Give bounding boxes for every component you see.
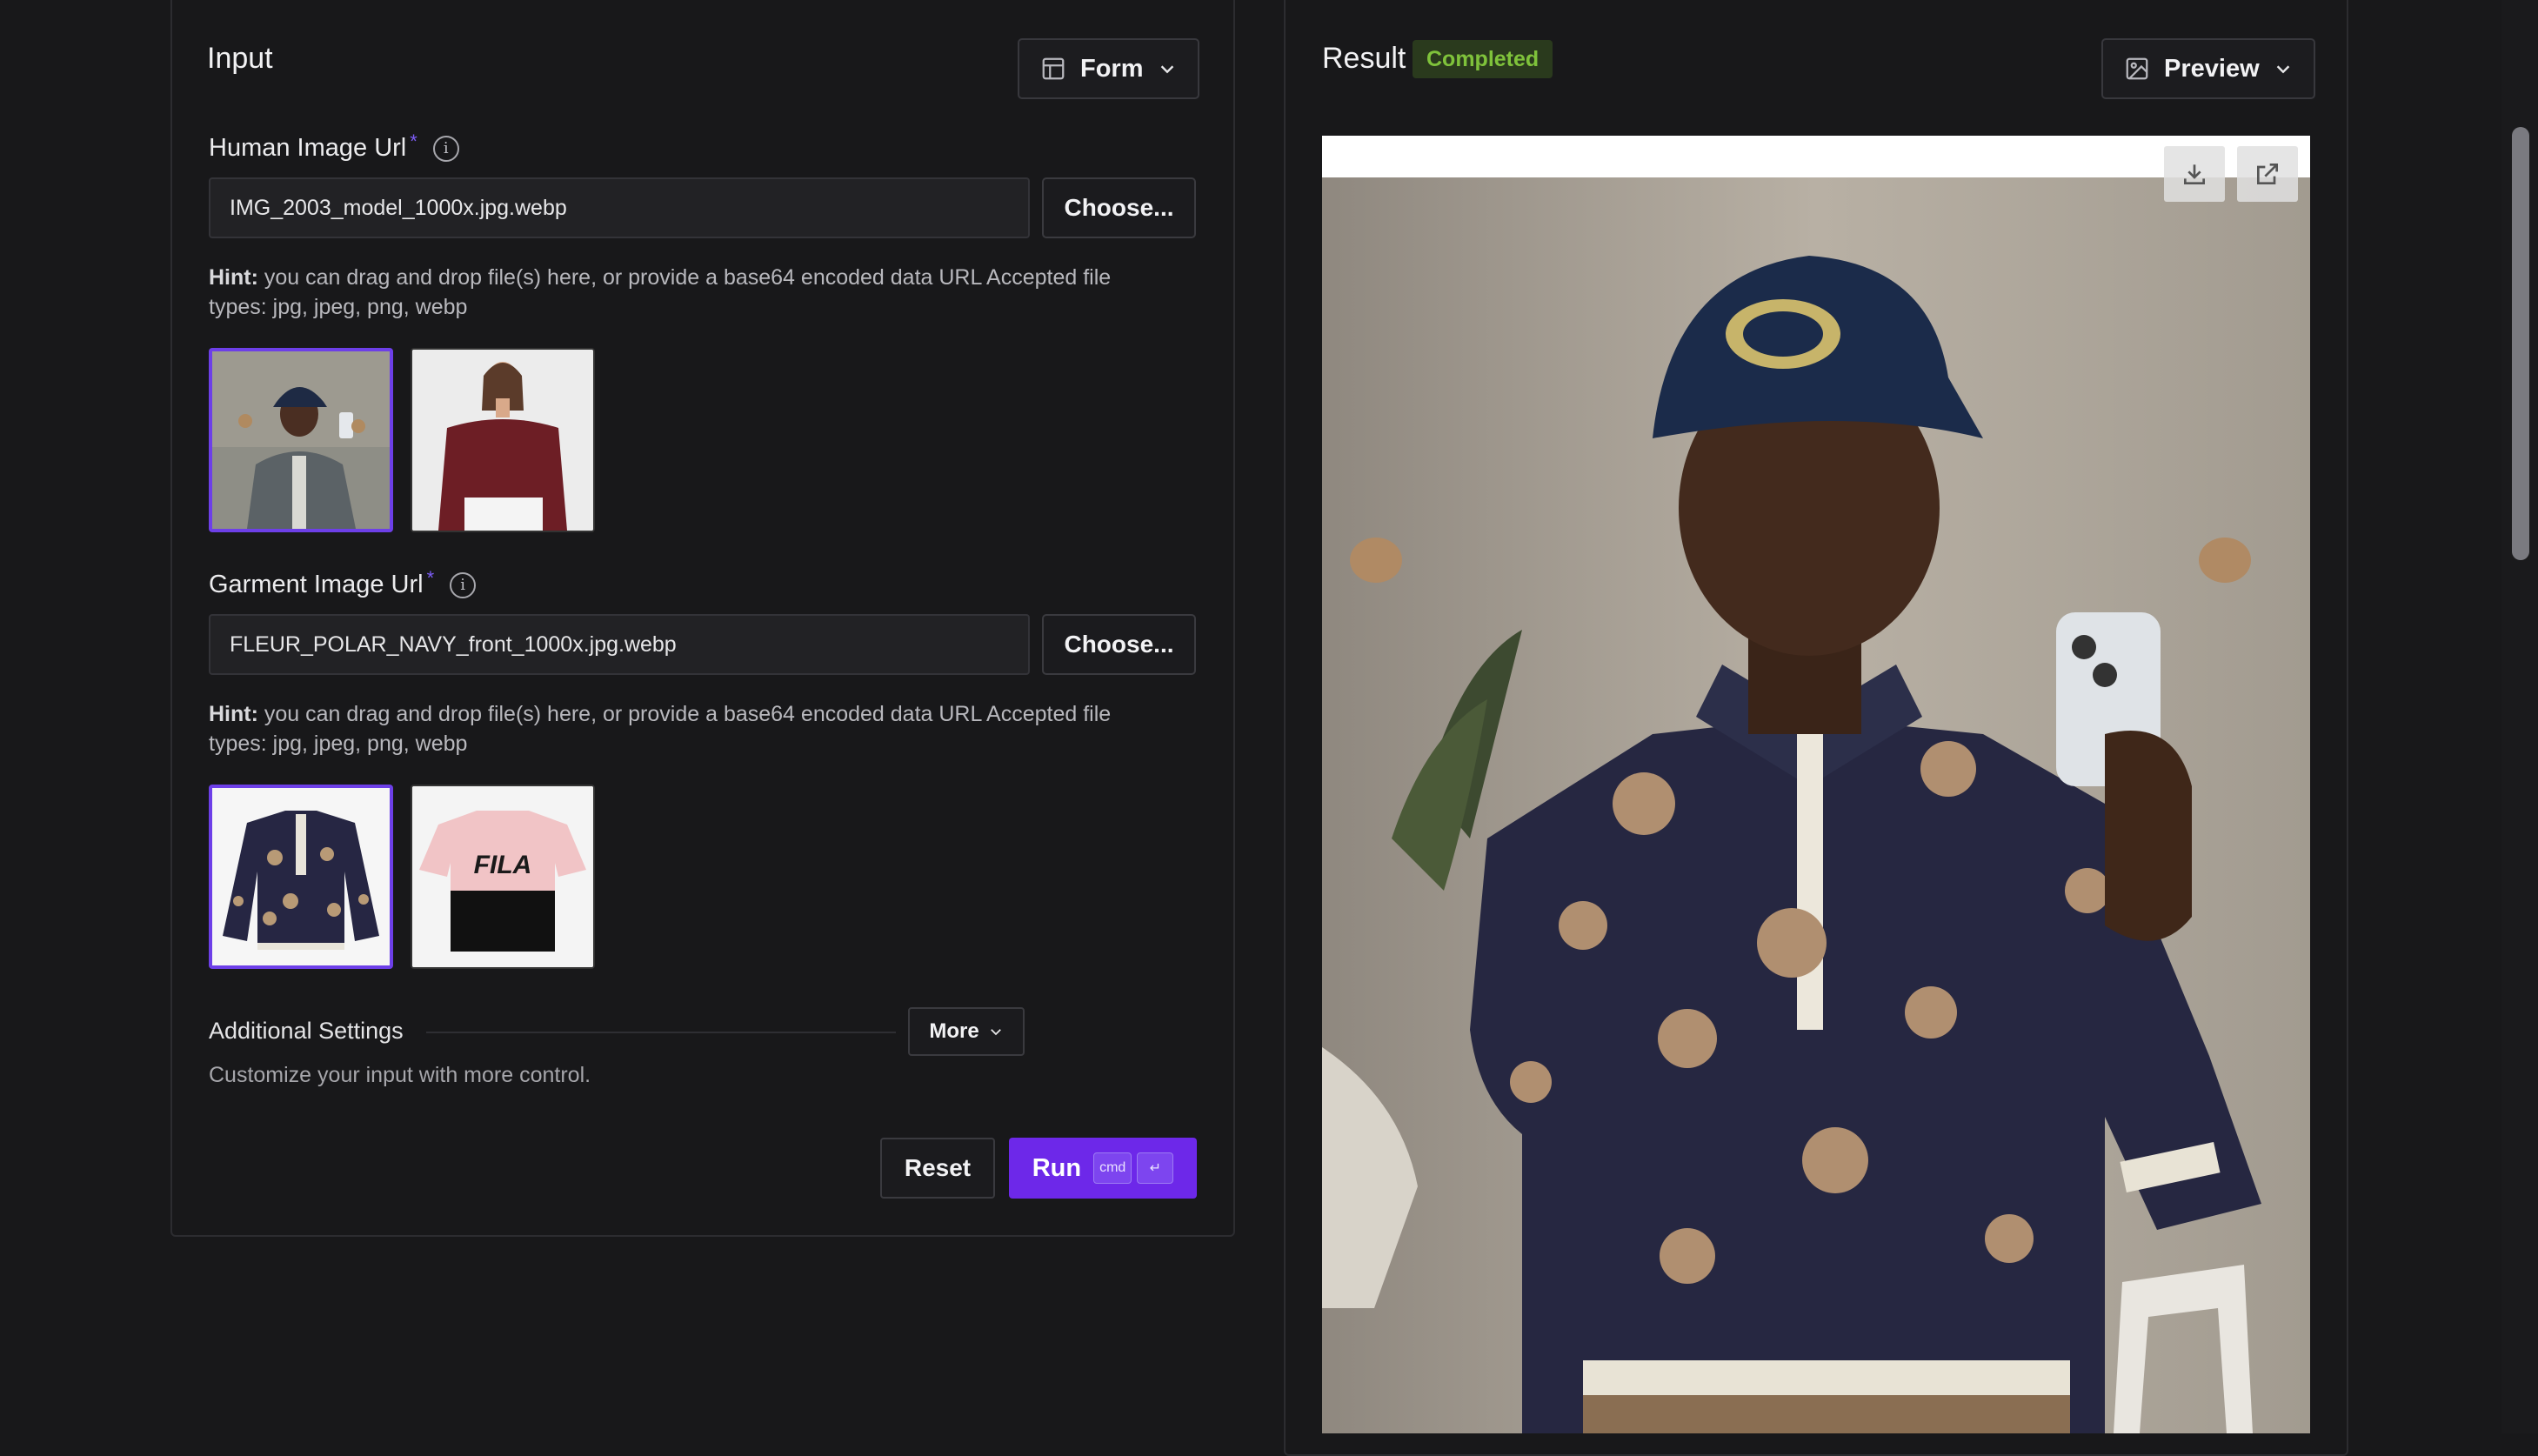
human-image-choose-button[interactable]: Choose... [1042,177,1196,238]
human-image-label: Human Image Url * i [209,130,459,163]
divider [426,1032,896,1033]
image-icon [2126,57,2148,80]
info-icon[interactable]: i [450,571,477,598]
chevron-down-icon [2276,65,2289,74]
woman-photo-thumbnail [412,350,593,531]
reset-button[interactable]: Reset [880,1138,995,1199]
garment-image-label: Garment Image Url * i [209,567,477,599]
external-link-icon [2257,164,2278,184]
hint-text: you can drag and drop file(s) here, or p… [209,265,1112,319]
run-label: Run [1032,1153,1082,1182]
model-photo-thumbnail [212,351,390,529]
human-image-url-input[interactable] [209,177,1030,238]
garment-example-thumb-2[interactable]: FILA [411,785,595,969]
chevron-down-icon [1160,65,1173,74]
garment-example-thumb-1[interactable] [209,785,393,969]
fila-logo: FILA [474,851,532,879]
human-image-label-text: Human Image Url [209,134,407,162]
required-mark: * [426,566,435,589]
garment-image-label-text: Garment Image Url [209,571,424,598]
hint-text: you can drag and drop file(s) here, or p… [209,702,1112,756]
hint-prefix: Hint: [209,265,258,290]
navy-sweater-thumbnail [212,788,390,965]
cmd-key: cmd [1093,1152,1132,1184]
human-image-hint: Hint: you can drag and drop file(s) here… [209,263,1165,322]
download-button[interactable] [2164,146,2225,202]
required-mark: * [410,130,417,152]
hint-prefix: Hint: [209,702,258,726]
more-label: More [929,1019,979,1043]
enter-key: ↵ [1137,1152,1174,1184]
result-title: Result [1322,42,1406,75]
result-image [1322,177,2310,1433]
more-settings-button[interactable]: More [908,1007,1025,1056]
additional-settings-description: Customize your input with more control. [209,1063,591,1087]
result-view-label: Preview [2164,54,2260,83]
layout-icon [1042,57,1065,80]
view-mode-dropdown[interactable]: Form [1018,38,1199,99]
scrollbar-thumb[interactable] [2512,127,2529,560]
fila-shirt-thumbnail: FILA [412,786,593,967]
input-title: Input [207,42,273,75]
result-view-dropdown[interactable]: Preview [2101,38,2315,99]
open-external-button[interactable] [2237,146,2298,202]
keyboard-shortcut: cmd ↵ [1093,1152,1174,1184]
garment-image-choose-button[interactable]: Choose... [1042,614,1196,675]
garment-image-hint: Hint: you can drag and drop file(s) here… [209,699,1165,758]
result-preview [1322,136,2310,1433]
additional-settings-title: Additional Settings [209,1018,404,1044]
info-icon[interactable]: i [432,135,459,162]
human-example-thumb-2[interactable] [411,348,595,532]
garment-image-url-input[interactable] [209,614,1030,675]
human-example-thumb-1[interactable] [209,348,393,532]
chevron-down-icon [990,1029,1001,1036]
download-icon [2184,164,2205,184]
run-button[interactable]: Run cmd ↵ [1009,1138,1197,1199]
status-badge: Completed [1413,40,1553,78]
view-mode-label: Form [1080,54,1144,83]
